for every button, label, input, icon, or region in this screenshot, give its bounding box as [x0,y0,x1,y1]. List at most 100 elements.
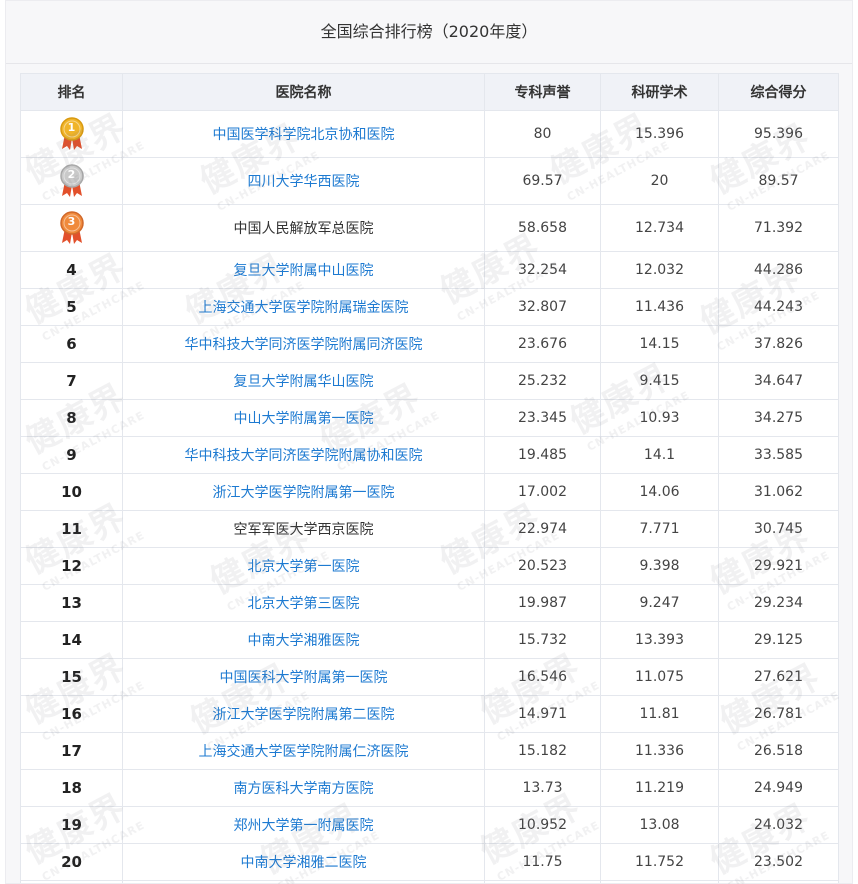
column-header-rank: 排名 [20,73,123,111]
rank-cell: 17 [20,732,123,770]
table-row: 2 四川大学华西医院 69.57 20 89.57 [20,157,839,205]
research-cell: 14.06 [600,473,719,511]
research-cell: 11.752 [600,843,719,881]
gold-medal-icon: 1 [57,116,87,152]
hospital-name-cell: 中南大学湘雅二医院 [122,843,485,881]
reputation-cell: 10.952 [484,806,601,844]
table-row [20,880,839,883]
hospital-link[interactable]: 复旦大学附属华山医院 [234,374,374,390]
table-row: 15 中国医科大学附属第一医院 16.546 11.075 27.621 [20,658,839,696]
reputation-cell: 20.523 [484,547,601,585]
table-row: 8 中山大学附属第一医院 23.345 10.93 34.275 [20,399,839,437]
rank-cell: 12 [20,547,123,585]
rank-cell [20,880,123,883]
research-cell: 14.1 [600,436,719,474]
table-row: 12 北京大学第一医院 20.523 9.398 29.921 [20,547,839,585]
hospital-link[interactable]: 浙江大学医学院附属第一医院 [213,485,395,501]
total-score-cell: 34.275 [718,399,839,437]
hospital-link[interactable]: 上海交通大学医学院附属仁济医院 [199,744,409,760]
hospital-name-cell: 华中科技大学同济医学院附属协和医院 [122,436,485,474]
research-cell: 11.336 [600,732,719,770]
hospital-name-cell: 华中科技大学同济医学院附属同济医院 [122,325,485,363]
hospital-link[interactable]: 南方医科大学南方医院 [234,781,374,797]
column-header-research: 科研学术 [600,73,719,111]
hospital-link[interactable]: 四川大学华西医院 [248,174,360,190]
total-score-cell: 44.243 [718,288,839,326]
hospital-link[interactable]: 中山大学附属第一医院 [234,411,374,427]
research-cell: 11.436 [600,288,719,326]
rank-cell: 7 [20,362,123,400]
research-cell: 7.771 [600,510,719,548]
rank-cell: 8 [20,399,123,437]
table-row: 1 中国医学科学院北京协和医院 80 15.396 95.396 [20,110,839,158]
table-row: 11 空军军医大学西京医院 22.974 7.771 30.745 [20,510,839,548]
hospital-name-cell: 复旦大学附属华山医院 [122,362,485,400]
reputation-cell: 15.732 [484,621,601,659]
reputation-cell [484,880,601,883]
table-row: 14 中南大学湘雅医院 15.732 13.393 29.125 [20,621,839,659]
hospital-name-cell: 空军军医大学西京医院 [122,510,485,548]
rank-cell: 2 [20,157,123,205]
total-score-cell: 29.125 [718,621,839,659]
hospital-link[interactable]: 中国医科大学附属第一医院 [220,670,388,686]
hospital-link[interactable]: 浙江大学医学院附属第二医院 [213,707,395,723]
reputation-cell: 23.676 [484,325,601,363]
hospital-link[interactable]: 华中科技大学同济医学院附属同济医院 [185,337,423,353]
medal-rank-number: 1 [67,121,76,134]
hospital-name-cell: 郑州大学第一附属医院 [122,806,485,844]
research-cell: 15.396 [600,110,719,158]
rank-cell: 19 [20,806,123,844]
column-header-total: 综合得分 [718,73,839,111]
reputation-cell: 22.974 [484,510,601,548]
reputation-cell: 14.971 [484,695,601,733]
total-score-cell: 71.392 [718,204,839,252]
research-cell: 9.247 [600,584,719,622]
rank-cell: 14 [20,621,123,659]
hospital-name-cell: 中国人民解放军总医院 [122,204,485,252]
hospital-link[interactable]: 中南大学湘雅医院 [248,633,360,649]
column-header-reputation: 专科声誉 [484,73,601,111]
table-body: 1 中国医学科学院北京协和医院 80 15.396 95.396 2 四川大学华西医院 69.… [20,110,839,883]
hospital-name-cell: 中山大学附属第一医院 [122,399,485,437]
rank-cell: 9 [20,436,123,474]
hospital-name-cell: 浙江大学医学院附属第二医院 [122,695,485,733]
total-score-cell: 44.286 [718,251,839,289]
table-header-row: 排名 医院名称 专科声誉 科研学术 综合得分 [20,73,839,111]
total-score-cell: 26.518 [718,732,839,770]
total-score-cell: 27.621 [718,658,839,696]
table-row: 18 南方医科大学南方医院 13.73 11.219 24.949 [20,769,839,807]
table-row: 9 华中科技大学同济医学院附属协和医院 19.485 14.1 33.585 [20,436,839,474]
total-score-cell: 89.57 [718,157,839,205]
bronze-medal-icon: 3 [57,210,87,246]
table-row: 16 浙江大学医学院附属第二医院 14.971 11.81 26.781 [20,695,839,733]
hospital-name-cell: 北京大学第一医院 [122,547,485,585]
hospital-name-cell: 中国医学科学院北京协和医院 [122,110,485,158]
hospital-link[interactable]: 郑州大学第一附属医院 [234,818,374,834]
hospital-link[interactable]: 华中科技大学同济医学院附属协和医院 [185,448,423,464]
research-cell: 9.415 [600,362,719,400]
ranking-table-wrapper: 排名 医院名称 专科声誉 科研学术 综合得分 1 中国医学科学院北京协和医院 80 1… [20,73,839,883]
total-score-cell: 37.826 [718,325,839,363]
rank-cell: 5 [20,288,123,326]
hospital-link[interactable]: 中国医学科学院北京协和医院 [213,127,395,143]
hospital-link[interactable]: 复旦大学附属中山医院 [234,263,374,279]
hospital-link[interactable]: 上海交通大学医学院附属瑞金医院 [199,300,409,316]
research-cell: 14.15 [600,325,719,363]
total-score-cell: 29.921 [718,547,839,585]
research-cell: 11.075 [600,658,719,696]
rank-cell: 3 [20,204,123,252]
total-score-cell [718,880,839,883]
hospital-name: 中国人民解放军总医院 [233,221,374,237]
reputation-cell: 32.807 [484,288,601,326]
total-score-cell: 33.585 [718,436,839,474]
table-row: 20 中南大学湘雅二医院 11.75 11.752 23.502 [20,843,839,881]
hospital-name-cell: 复旦大学附属中山医院 [122,251,485,289]
rank-cell: 4 [20,251,123,289]
reputation-cell: 19.485 [484,436,601,474]
hospital-link[interactable]: 北京大学第三医院 [248,596,360,612]
hospital-link[interactable]: 北京大学第一医院 [248,559,360,575]
hospital-link[interactable]: 中南大学湘雅二医院 [241,855,367,871]
hospital-name-cell: 四川大学华西医院 [122,157,485,205]
medal-rank-number: 2 [67,168,76,181]
ranking-card: 全国综合排行榜（2020年度） 排名 医院名称 专科声誉 科研学术 综合得分 1… [5,0,853,884]
